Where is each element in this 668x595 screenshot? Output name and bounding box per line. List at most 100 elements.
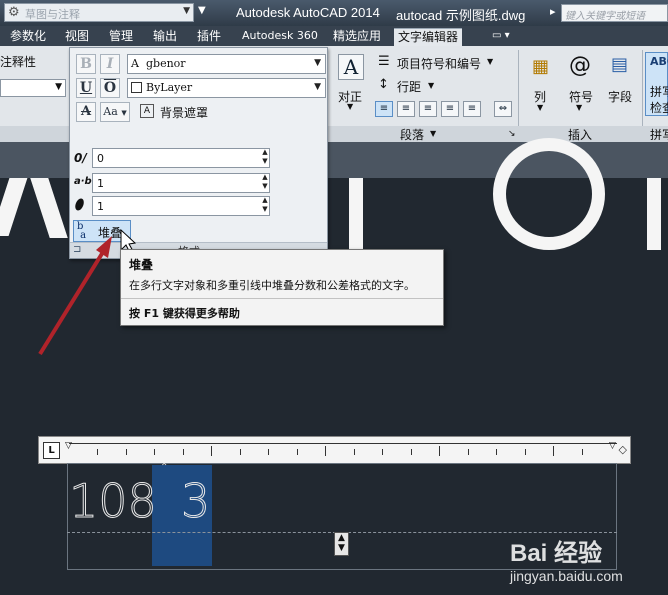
ruler-tick [382,449,383,455]
ruler-tick [468,449,469,455]
color-value: ByLayer [146,81,193,94]
color-select[interactable]: ByLayer ▼ [127,78,326,98]
symbol-arrow-icon[interactable]: ▼ [576,103,582,112]
oblique-spinner[interactable]: ▲ ▼ [260,148,270,168]
justify-icon[interactable]: A [338,54,364,80]
overline-button[interactable]: O [100,78,120,98]
columns-arrow-icon[interactable]: ▼ [537,103,543,112]
bullets-icon: ☰ [378,54,390,69]
ruler-tick [553,446,554,456]
stack-button[interactable]: b a 堆叠 [73,220,131,242]
ruler-tick [496,449,497,455]
tab-autodesk-360[interactable]: Autodesk 360 [238,28,322,46]
pin-icon[interactable]: ⊐ [73,244,81,255]
tooltip-description: 在多行文字对象和多重引线中堆叠分数和公差格式的文字。 [129,279,415,292]
gear-icon: ⚙ [8,5,20,20]
tab-plugins[interactable]: 插件 [193,28,225,46]
ruler-scale[interactable]: ▽ ▽ [65,441,617,459]
paragraph-group-title[interactable]: 段落 [400,126,424,143]
background-mask-button[interactable]: 背景遮罩 [160,104,208,121]
tracking-spinner[interactable]: ▲ ▼ [260,173,270,193]
paragraph-settings-icon[interactable]: ⇔ [494,101,512,117]
app-title: Autodesk AutoCAD 2014 [236,5,380,20]
chevron-down-icon: ▼ [183,6,190,16]
drawing-stroke [493,138,605,250]
tab-parametric[interactable]: 参数化 [6,28,50,46]
watermark-url: jingyan.baidu.com [510,568,623,584]
case-label: Aa [103,105,118,118]
editor-selected-text[interactable]: 3 [180,474,210,529]
stack-icon: b a [77,221,87,241]
tab-type-button[interactable]: L [43,442,60,459]
line-spacing-label[interactable]: 行距 [397,78,421,95]
spell-check-button[interactable]: ABC 拼写 检查 [645,52,668,116]
chevron-down-icon: ▼ [314,82,321,92]
font-select[interactable]: A gbenor ▼ [127,54,326,74]
tab-view[interactable]: 视图 [61,28,93,46]
align-left-icon[interactable]: ≡ [375,101,393,117]
distribute-icon[interactable]: ≡ [463,101,481,117]
ruler-tick [240,449,241,455]
bold-button[interactable]: B [76,54,96,74]
divider [518,50,519,126]
quick-access-dropdown-icon[interactable]: ▼ [198,5,206,16]
ruler-tick [154,449,155,455]
line-spacing-icon: ↕ [378,77,389,92]
workspace-combo[interactable]: ⚙ 草图与注释 ▼ [4,3,194,22]
ribbon-tab-row: 参数化 视图 管理 输出 插件 Autodesk 360 精选应用 文字编辑器 … [0,26,668,46]
stack-tooltip: 堆叠 在多行文字对象和多重引线中堆叠分数和公差格式的文字。 按 F1 键获得更多… [120,249,444,326]
width-factor-row: ⬮ 1 ▲ ▼ [70,196,329,218]
resize-handle-icon[interactable]: ▲ ▼ [334,532,349,556]
paragraph-launcher-icon[interactable]: ↘ [508,129,516,139]
background-mask-icon: A [140,104,154,118]
ruler-tick [354,449,355,455]
align-center-icon[interactable]: ≡ [397,101,415,117]
oblique-angle-input[interactable]: 0 [92,148,270,168]
ruler-tick [183,449,184,455]
divider [642,50,643,126]
justify-arrow-icon[interactable]: ▼ [347,102,353,111]
drawing-stroke [0,178,28,236]
annotative-combo[interactable]: ▼ [0,79,66,97]
width-factor-spinner[interactable]: ▲ ▼ [260,196,270,216]
baidu-watermark: Bai 经验 jingyan.baidu.com [488,523,668,595]
tab-output[interactable]: 输出 [149,28,181,46]
at-symbol-icon: @ [569,53,591,78]
editor-text[interactable]: 108 [69,474,158,529]
tooltip-divider [121,298,443,299]
strikethrough-button[interactable]: A [76,102,96,122]
case-button[interactable]: Aa ▼ [100,102,130,122]
width-handle-icon[interactable]: ◇ [619,443,627,456]
tracking-input[interactable]: 1 [92,173,270,193]
indent-marker-icon[interactable]: ▽ [65,441,72,451]
italic-button[interactable]: I [100,54,120,74]
tab-overflow-icon[interactable]: ▭ ▾ [488,28,514,46]
align-right-icon[interactable]: ≡ [419,101,437,117]
right-margin-marker-icon[interactable]: ▽ [609,441,616,451]
workspace-label: 草图与注释 [25,8,80,21]
title-arrow-icon[interactable]: ▸ [550,5,556,18]
tab-manage[interactable]: 管理 [105,28,137,46]
search-input[interactable]: 键入关键字或短语 [561,4,668,22]
ruler-tick [411,449,412,455]
justify-align-icon[interactable]: ≡ [441,101,459,117]
ruler-tick [297,449,298,455]
bullets-arrow-icon[interactable]: ▼ [487,57,493,66]
field-icon: ▤ [611,54,629,75]
width-factor-input[interactable]: 1 [92,196,270,216]
line-spacing-arrow-icon[interactable]: ▼ [428,81,434,90]
field-label[interactable]: 字段 [608,88,632,105]
underline-button[interactable]: U [76,78,96,98]
font-icon: A [131,57,139,70]
paragraph-expand-icon[interactable]: ▼ [430,129,436,138]
text-editor-ruler[interactable]: L ▽ ▽ ◇ [38,436,631,464]
bullets-label[interactable]: 项目符号和编号 [397,55,481,72]
tab-featured-apps[interactable]: 精选应用 [329,28,385,46]
ruler-tick [325,446,326,456]
tab-text-editor[interactable]: 文字编辑器 [394,28,463,46]
tooltip-title: 堆叠 [129,258,154,272]
color-swatch [131,82,142,93]
ruler-tick [582,449,583,455]
watermark-logo: Bai 经验 [510,540,603,567]
spell-group-title: 拼写 [650,128,668,142]
